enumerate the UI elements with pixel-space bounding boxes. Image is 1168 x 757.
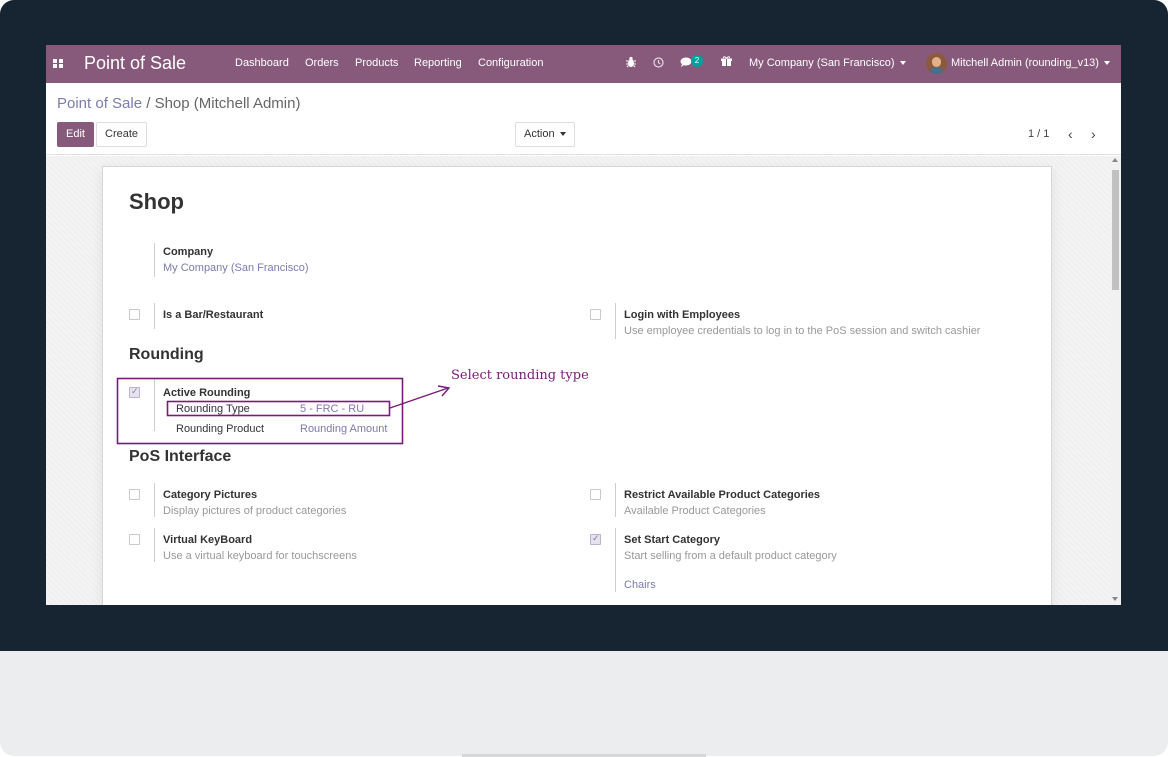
company-label: Company: [163, 246, 214, 258]
company-link[interactable]: My Company (San Francisco): [163, 262, 309, 274]
chevron-left-icon[interactable]: ‹: [1068, 126, 1073, 142]
menu-dashboard[interactable]: Dashboard: [235, 57, 289, 69]
laptop-mockup: Point of Sale Dashboard Orders Products …: [0, 0, 1168, 757]
rounding-product-label: Rounding Product: [176, 423, 265, 435]
category-pictures-help: Display pictures of product categories: [163, 505, 347, 517]
rounding-product-link[interactable]: Rounding Amount: [300, 423, 387, 435]
apps-icon[interactable]: [53, 59, 64, 69]
form-view: Shop Company My Company (San Francisco) …: [46, 156, 1110, 605]
menu-products[interactable]: Products: [355, 57, 398, 69]
breadcrumb: Point of Sale / Shop (Mitchell Admin): [57, 95, 300, 112]
action-dropdown[interactable]: Action: [515, 122, 575, 147]
restrict-categories-label: Restrict Available Product Categories: [624, 489, 821, 501]
gift-icon[interactable]: [721, 56, 732, 70]
scroll-up-icon[interactable]: [1112, 158, 1118, 162]
field-divider: [154, 303, 155, 329]
restrict-categories-help: Available Product Categories: [624, 505, 766, 517]
breadcrumb-current: Shop (Mitchell Admin): [154, 95, 301, 112]
bug-icon[interactable]: [626, 56, 636, 71]
edit-button[interactable]: Edit: [57, 122, 94, 147]
laptop-base: [0, 651, 1168, 756]
chevron-down-icon: [559, 132, 566, 137]
category-pictures-label: Category Pictures: [163, 489, 258, 501]
field-divider: [615, 483, 616, 517]
chevron-down-icon: [899, 61, 906, 66]
virtual-keyboard-label: Virtual KeyBoard: [163, 534, 253, 546]
clock-icon[interactable]: [653, 57, 664, 71]
menu-configuration[interactable]: Configuration: [478, 57, 543, 69]
login-employees-checkbox[interactable]: [590, 309, 601, 320]
virtual-keyboard-checkbox[interactable]: [129, 534, 140, 545]
avatar[interactable]: [926, 53, 947, 74]
breadcrumb-separator: /: [146, 95, 151, 112]
user-menu[interactable]: Mitchell Admin (rounding_v13): [951, 57, 1110, 69]
page-title: Shop: [129, 189, 184, 214]
company-name: My Company (San Francisco): [749, 57, 895, 69]
menu-orders[interactable]: Orders: [305, 57, 339, 69]
active-rounding-checkbox[interactable]: [129, 386, 140, 398]
virtual-keyboard-help: Use a virtual keyboard for touchscreens: [163, 550, 357, 562]
login-employees-label: Login with Employees: [624, 309, 741, 321]
user-name: Mitchell Admin (rounding_v13): [951, 57, 1099, 69]
restrict-categories-checkbox[interactable]: [590, 489, 601, 500]
rounding-type-value[interactable]: 5 - FRC - RU: [300, 403, 364, 415]
scrollbar[interactable]: [1110, 156, 1121, 605]
field-divider: [615, 303, 616, 339]
field-divider: [154, 379, 155, 431]
action-label: Action: [524, 128, 555, 140]
chevron-right-icon[interactable]: ›: [1091, 126, 1096, 142]
chevron-down-icon: [1103, 61, 1110, 66]
top-navbar: Point of Sale Dashboard Orders Products …: [46, 45, 1121, 83]
rounding-heading: Rounding: [129, 346, 204, 363]
field-divider: [154, 483, 155, 517]
category-pictures-checkbox[interactable]: [129, 489, 140, 500]
start-category-link[interactable]: Chairs: [624, 579, 656, 591]
login-employees-help: Use employee credentials to log in to th…: [624, 325, 981, 337]
bar-restaurant-checkbox[interactable]: [129, 309, 140, 320]
control-panel: Point of Sale / Shop (Mitchell Admin) Ed…: [46, 83, 1121, 155]
scroll-down-icon[interactable]: [1112, 597, 1118, 601]
app-name: Point of Sale: [84, 53, 187, 73]
bar-restaurant-label: Is a Bar/Restaurant: [163, 309, 264, 321]
start-category-label: Set Start Category: [624, 534, 720, 546]
pos-interface-heading: PoS Interface: [129, 448, 232, 465]
scroll-thumb[interactable]: [1112, 170, 1119, 290]
breadcrumb-parent[interactable]: Point of Sale: [57, 95, 142, 112]
menu-reporting[interactable]: Reporting: [414, 57, 462, 69]
create-button[interactable]: Create: [96, 122, 148, 147]
pager-value[interactable]: 1 / 1: [1028, 128, 1049, 140]
messages-badge: 2: [691, 55, 703, 67]
field-divider: [154, 243, 155, 277]
rounding-type-label: Rounding Type: [176, 403, 250, 415]
screen: Point of Sale Dashboard Orders Products …: [46, 45, 1121, 605]
active-rounding-label: Active Rounding: [163, 387, 251, 399]
company-switcher[interactable]: My Company (San Francisco): [749, 57, 906, 69]
field-divider: [615, 528, 616, 592]
start-category-help: Start selling from a default product cat…: [624, 550, 837, 562]
start-category-checkbox[interactable]: [590, 533, 601, 545]
form-sheet: Shop Company My Company (San Francisco) …: [102, 166, 1052, 605]
field-divider: [154, 528, 155, 562]
